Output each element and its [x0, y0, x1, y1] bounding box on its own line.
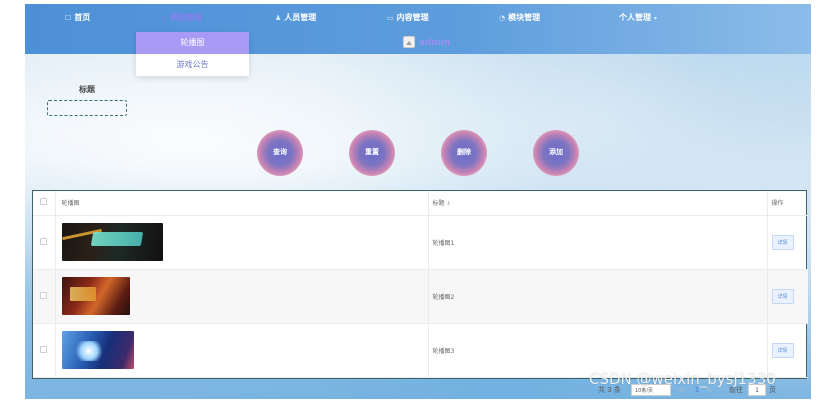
query-button[interactable]: 查询 [257, 130, 303, 176]
carousel-thumbnail-fantasy [61, 277, 130, 315]
select-all-cell [33, 191, 56, 216]
dropdown-item-carousel[interactable]: 轮播图 [136, 32, 249, 54]
table-header-row: 轮播图 标题 ⇕ 操作 [33, 191, 808, 216]
table-row: 轮播图3 详情 [33, 323, 808, 378]
action-cell: 详情 [767, 215, 808, 270]
nav-item-label: 模块管理 [508, 13, 541, 22]
detail-button[interactable]: 详情 [771, 342, 794, 358]
search-title-input[interactable] [47, 100, 127, 116]
nav-item-home[interactable]: ☐ 首页 [65, 4, 90, 32]
row-select-cell [33, 269, 56, 324]
dropdown-item-game-announcement[interactable]: 游戏公告 [136, 54, 249, 76]
column-header-image: 轮播图 [55, 191, 429, 216]
table-row: 轮播图2 详情 [33, 269, 808, 324]
column-header-title-label: 标题 [432, 200, 445, 208]
nav-item-personal-management[interactable]: 个人管理 ▾ [619, 4, 657, 32]
nav-item-module-management[interactable]: ◔ 模块管理 [499, 4, 540, 32]
user-name: admin [419, 38, 451, 48]
nav-item-content-management[interactable]: ▭ 内容管理 [387, 4, 429, 32]
csdn-watermark: CSDN @weixin_bysj1330 [589, 370, 776, 388]
carousel-thumbnail-fairy [61, 331, 134, 369]
row-checkbox[interactable] [40, 237, 48, 245]
user-icon: ♟ [275, 14, 282, 22]
carousel-image-cell [55, 269, 429, 324]
carousel-table: 轮播图 标题 ⇕ 操作 轮播图1 详情 轮播图2 详情 轮播图3 详情 [32, 190, 808, 379]
row-checkbox[interactable] [40, 345, 48, 353]
action-cell: 详情 [767, 269, 808, 324]
column-header-title[interactable]: 标题 ⇕ [428, 191, 768, 216]
detail-button[interactable]: 详情 [771, 288, 794, 304]
title-cell: 轮播图2 [428, 269, 768, 324]
table-row: 轮播图1 详情 [33, 215, 808, 270]
carousel-image-cell [55, 323, 429, 378]
column-header-action: 操作 [767, 191, 808, 216]
title-cell: 轮播图1 [428, 215, 768, 270]
search-title-label: 标题 [79, 85, 95, 94]
content-icon: ▭ [387, 14, 394, 22]
delete-button[interactable]: 删除 [441, 130, 487, 176]
app-frame: ☐ 首页 ◎ 网站管理 ♟ 人员管理 ▭ 内容管理 ◔ 模块管理 个人管理 ▾ admin … [25, 4, 811, 399]
row-select-cell [33, 323, 56, 378]
select-all-checkbox[interactable] [40, 198, 48, 206]
nav-item-personnel-management[interactable]: ♟ 人员管理 [275, 4, 316, 32]
title-cell: 轮播图3 [428, 323, 768, 378]
nav-item-label: 人员管理 [284, 13, 317, 22]
row-checkbox[interactable] [40, 291, 48, 299]
carousel-thumbnail-escape-room [61, 223, 163, 261]
add-button[interactable]: 添加 [533, 130, 579, 176]
site-icon: ◎ [161, 14, 168, 22]
site-management-dropdown: 轮播图 游戏公告 [136, 32, 249, 76]
module-icon: ◔ [499, 14, 506, 22]
sort-icon[interactable]: ⇕ [447, 201, 451, 207]
nav-item-label: 内容管理 [396, 13, 429, 22]
top-navigation: ☐ 首页 ◎ 网站管理 ♟ 人员管理 ▭ 内容管理 ◔ 模块管理 个人管理 ▾ [25, 4, 811, 32]
action-cell: 详情 [767, 323, 808, 378]
current-user[interactable]: admin [403, 36, 450, 50]
row-select-cell [33, 215, 56, 270]
nav-item-site-management[interactable]: ◎ 网站管理 [161, 4, 202, 32]
avatar-icon [403, 36, 415, 48]
home-icon: ☐ [65, 14, 72, 22]
nav-item-label: 首页 [74, 13, 91, 22]
detail-button[interactable]: 详情 [771, 234, 794, 250]
reset-button[interactable]: 重置 [349, 130, 395, 176]
chevron-down-icon: ▾ [654, 15, 658, 22]
carousel-image-cell [55, 215, 429, 270]
nav-item-label: 个人管理 [619, 13, 651, 22]
nav-item-label: 网站管理 [170, 13, 203, 22]
